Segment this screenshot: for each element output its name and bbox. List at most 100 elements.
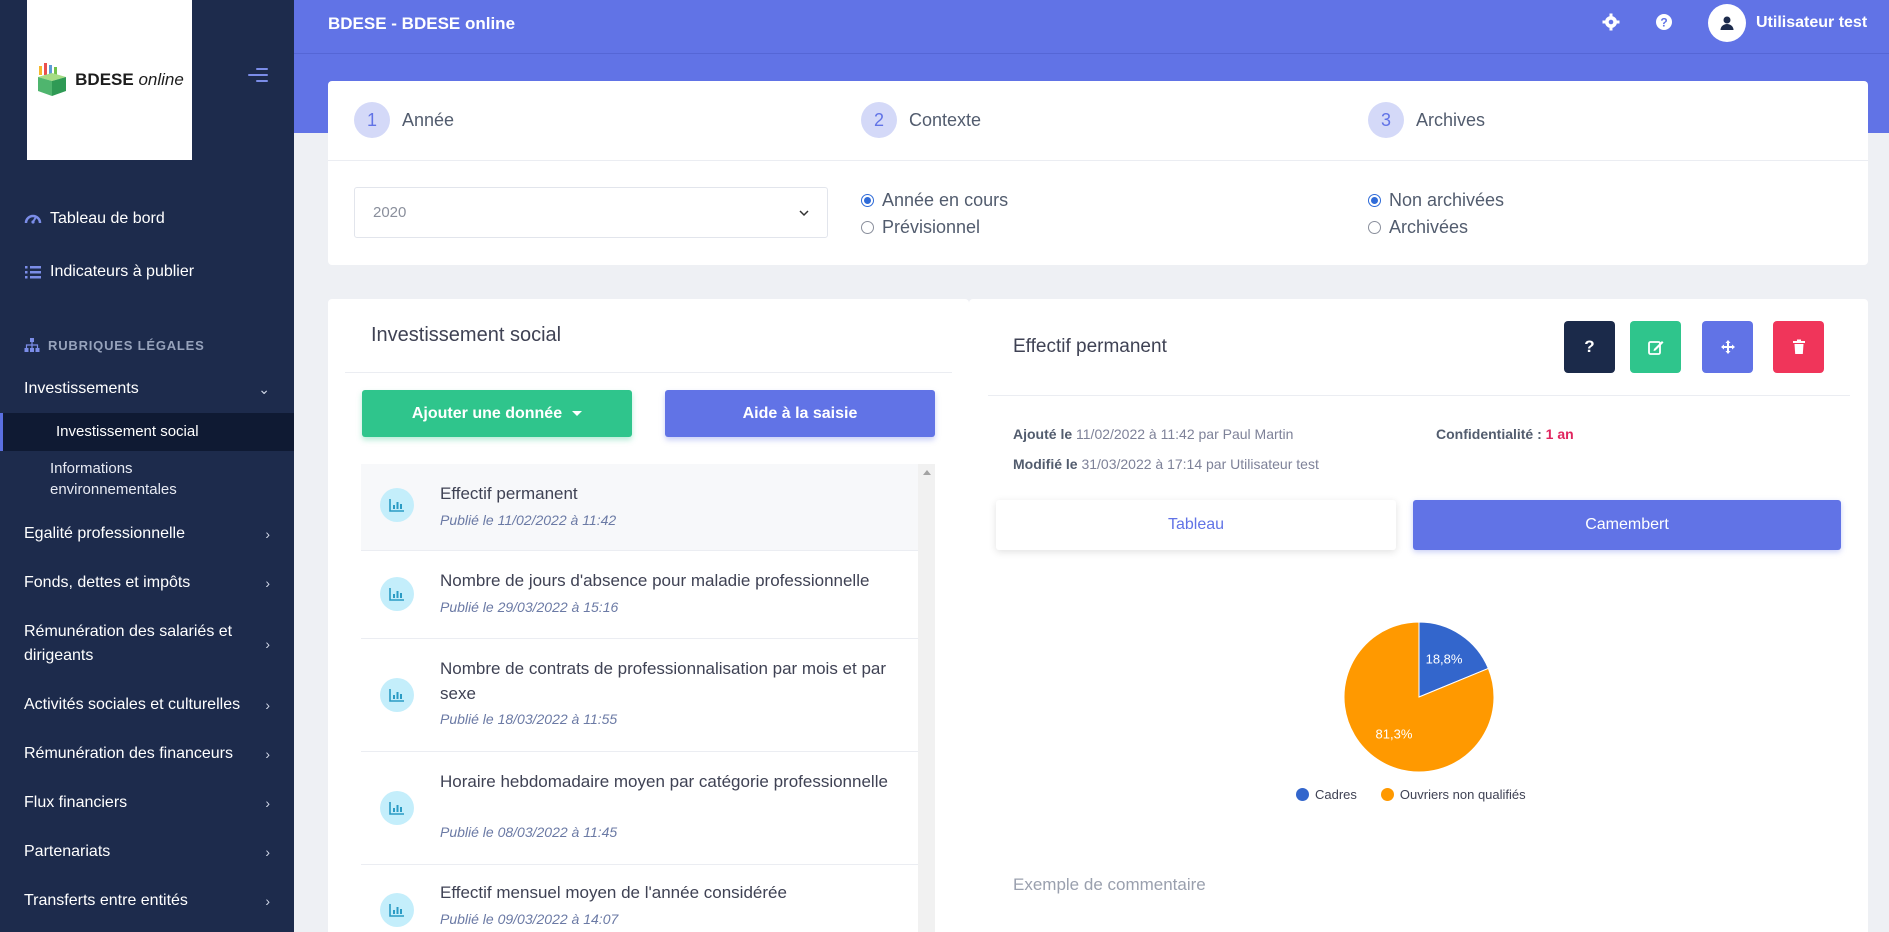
legend-item-cadres: Cadres [1296, 787, 1357, 802]
chevron-right-icon: › [265, 575, 270, 591]
confidentiality-info: Confidentialité : 1 an [1436, 426, 1574, 442]
chevron-down-icon: ⌄ [258, 381, 270, 397]
chart-legend: Cadres Ouvriers non qualifiés [1296, 787, 1526, 802]
list-item-date: Publié le 09/03/2022 à 14:07 [440, 911, 619, 927]
tab-pie[interactable]: Camembert [1413, 500, 1841, 550]
comment-text: Exemple de commentaire [1013, 875, 1206, 894]
nav-remuneration-salaries[interactable]: Rémunération des salariés et dirigeants › [24, 620, 270, 668]
list-item-title: Effectif mensuel moyen de l'année consid… [440, 883, 787, 902]
logo-cube-icon [38, 63, 67, 96]
year-select[interactable]: 2020 [354, 187, 828, 238]
modified-info: Modifié le 31/03/2022 à 17:14 par Utilis… [1013, 456, 1319, 472]
list-item-title: Nombre de jours d'absence pour maladie p… [440, 571, 870, 590]
chevron-right-icon: › [265, 746, 270, 762]
list-icon [25, 266, 41, 279]
move-button[interactable] [1702, 321, 1753, 373]
radio-annee-en-cours[interactable]: Année en cours [861, 190, 1008, 211]
user-icon [1720, 16, 1734, 30]
scroll-up-arrow-icon[interactable] [923, 470, 931, 475]
legend-label: Cadres [1315, 787, 1357, 802]
nav-flux-financiers[interactable]: Flux financiers › [24, 791, 270, 815]
nav-sub-investissement-social[interactable]: Investissement social [0, 413, 294, 451]
edit-icon [1647, 341, 1663, 355]
edit-button[interactable] [1630, 321, 1681, 373]
legend-item-ouvriers: Ouvriers non qualifiés [1380, 787, 1526, 802]
nav-transferts[interactable]: Transferts entre entités › [24, 889, 270, 913]
chart-bar-icon [380, 893, 414, 927]
radio-button[interactable] [1368, 221, 1381, 234]
settings-gear-icon[interactable] [1601, 13, 1621, 33]
radio-previsionnel[interactable]: Prévisionnel [861, 217, 980, 238]
radio-non-archivees[interactable]: Non archivées [1368, 190, 1504, 211]
legend-label: Ouvriers non qualifiés [1399, 787, 1526, 802]
add-data-button[interactable]: Ajouter une donnée [362, 390, 632, 437]
chevron-right-icon: › [265, 893, 270, 909]
nav-indicators-label: Indicateurs à publier [50, 263, 195, 280]
sidebar: BDESE online Tableau de bord Indicateurs… [0, 0, 294, 932]
nav-remuneration-financeurs[interactable]: Rémunération des financeurs › [24, 742, 270, 766]
chart-bar-icon [380, 488, 414, 522]
menu-toggle-icon[interactable] [248, 68, 268, 84]
help-entry-button[interactable]: Aide à la saisie [665, 390, 935, 437]
data-list: Effectif permanent Publié le 11/02/2022 … [361, 464, 918, 932]
list-item-date: Publié le 11/02/2022 à 11:42 [440, 512, 617, 528]
step-label: Archives [1416, 109, 1486, 130]
chevron-right-icon: › [265, 795, 270, 811]
app-title: BDESE - BDESE online [328, 14, 516, 33]
trash-icon [1792, 339, 1805, 354]
logo-sub-text: online [138, 70, 184, 89]
detail-title: Effectif permanent [1013, 336, 1167, 357]
logo[interactable]: BDESE online [27, 0, 192, 160]
list-item-date: Publié le 18/03/2022 à 11:55 [440, 711, 618, 727]
radio-button[interactable] [861, 221, 874, 234]
chevron-right-icon: › [265, 636, 270, 652]
list-item-date: Publié le 08/03/2022 à 11:45 [440, 824, 618, 840]
list-item[interactable]: Effectif mensuel moyen de l'année consid… [361, 865, 918, 932]
nav-dashboard[interactable]: Tableau de bord [24, 210, 165, 228]
list-item[interactable]: Effectif permanent Publié le 11/02/2022 … [361, 464, 918, 551]
dashboard-icon [24, 214, 42, 224]
radio-button[interactable] [1368, 194, 1381, 207]
avatar [1708, 4, 1746, 42]
logo-main-text: BDESE [75, 70, 134, 89]
list-item-title: Nombre de contrats de professionnalisati… [440, 659, 887, 703]
chevron-right-icon: › [265, 697, 270, 713]
list-item-title: Horaire hebdomadaire moyen par catégorie… [440, 772, 888, 791]
list-item[interactable]: Nombre de contrats de professionnalisati… [361, 639, 918, 752]
step-contexte: 2 Contexte [861, 102, 981, 138]
radio-archivees[interactable]: Archivées [1368, 217, 1468, 238]
chart-bar-icon [380, 678, 414, 712]
detail-card [969, 299, 1868, 932]
nav-sub-investissement-social-label: Investissement social [56, 423, 199, 440]
nav-activites-sociales[interactable]: Activités sociales et culturelles › [24, 693, 270, 717]
nav-sub-informations-environnementales[interactable]: Informations environnementales [50, 458, 250, 500]
radio-button[interactable] [861, 194, 874, 207]
nav-investissements[interactable]: Investissements ⌄ [24, 377, 270, 401]
nav-egalite[interactable]: Egalité professionnelle › [24, 522, 270, 546]
chart-bar-icon [380, 577, 414, 611]
nav-indicators[interactable]: Indicateurs à publier [24, 263, 194, 281]
nav-fonds[interactable]: Fonds, dettes et impôts › [24, 571, 270, 595]
help-button[interactable]: ? [1564, 321, 1615, 373]
year-select-value: 2020 [373, 204, 407, 221]
step-archives: 3 Archives [1368, 102, 1485, 138]
list-item[interactable]: Nombre de jours d'absence pour maladie p… [361, 551, 918, 639]
step-number: 1 [354, 102, 390, 138]
help-circle-icon[interactable]: ? [1654, 13, 1674, 33]
added-info: Ajouté le 11/02/2022 à 11:42 par Paul Ma… [1013, 426, 1294, 442]
legend-swatch [1380, 788, 1394, 801]
question-icon: ? [1584, 337, 1595, 356]
nav-partenariats[interactable]: Partenariats › [24, 840, 270, 864]
chevron-right-icon: › [265, 844, 270, 860]
list-item[interactable]: Horaire hebdomadaire moyen par catégorie… [361, 752, 918, 865]
list-scrollbar[interactable] [918, 464, 935, 932]
delete-button[interactable] [1773, 321, 1824, 373]
user-menu[interactable]: Utilisateur test [1708, 4, 1867, 42]
move-arrows-icon [1720, 340, 1735, 354]
step-annee: 1 Année [354, 102, 454, 138]
nav-dashboard-label: Tableau de bord [50, 210, 165, 227]
step-label: Année [402, 109, 455, 130]
step-label: Contexte [909, 109, 982, 130]
step-number: 2 [861, 102, 897, 138]
tab-table[interactable]: Tableau [996, 500, 1396, 550]
